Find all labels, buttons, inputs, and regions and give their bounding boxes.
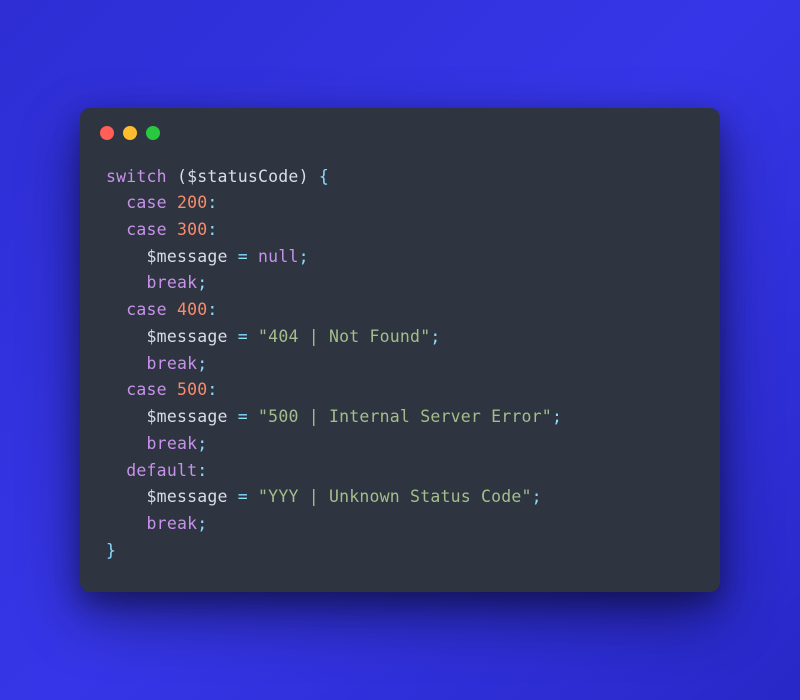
equals: = <box>238 247 248 266</box>
keyword-case: case <box>126 193 167 212</box>
minimize-icon[interactable] <box>123 126 137 140</box>
semicolon: ; <box>197 354 207 373</box>
keyword-case: case <box>126 220 167 239</box>
semicolon: ; <box>552 407 562 426</box>
colon: : <box>207 380 217 399</box>
paren-open: ( <box>177 167 187 186</box>
colon: : <box>197 461 207 480</box>
keyword-default: default <box>126 461 197 480</box>
keyword-break: break <box>147 514 198 533</box>
string-500: "500 | Internal Server Error" <box>258 407 552 426</box>
num-400: 400 <box>177 300 207 319</box>
keyword-switch: switch <box>106 167 167 186</box>
code-window: switch ($statusCode) { case 200: case 30… <box>80 108 720 593</box>
maximize-icon[interactable] <box>146 126 160 140</box>
brace-open: { <box>319 167 329 186</box>
colon: : <box>207 220 217 239</box>
keyword-case: case <box>126 300 167 319</box>
var-message: $message <box>147 407 228 426</box>
semicolon: ; <box>197 434 207 453</box>
keyword-break: break <box>147 354 198 373</box>
null-literal: null <box>258 247 299 266</box>
code-block: switch ($statusCode) { case 200: case 30… <box>80 146 720 593</box>
paren-close: ) <box>299 167 309 186</box>
var-message: $message <box>147 327 228 346</box>
colon: : <box>207 300 217 319</box>
num-500: 500 <box>177 380 207 399</box>
semicolon: ; <box>430 327 440 346</box>
num-200: 200 <box>177 193 207 212</box>
var-statuscode: $statusCode <box>187 167 298 186</box>
semicolon: ; <box>532 487 542 506</box>
keyword-case: case <box>126 380 167 399</box>
semicolon: ; <box>299 247 309 266</box>
equals: = <box>238 487 248 506</box>
var-message: $message <box>147 247 228 266</box>
close-icon[interactable] <box>100 126 114 140</box>
window-titlebar <box>80 108 720 146</box>
var-message: $message <box>147 487 228 506</box>
brace-close: } <box>106 541 116 560</box>
semicolon: ; <box>197 514 207 533</box>
string-404: "404 | Not Found" <box>258 327 430 346</box>
string-yyy: "YYY | Unknown Status Code" <box>258 487 532 506</box>
colon: : <box>207 193 217 212</box>
equals: = <box>238 327 248 346</box>
num-300: 300 <box>177 220 207 239</box>
equals: = <box>238 407 248 426</box>
keyword-break: break <box>147 273 198 292</box>
keyword-break: break <box>147 434 198 453</box>
semicolon: ; <box>197 273 207 292</box>
